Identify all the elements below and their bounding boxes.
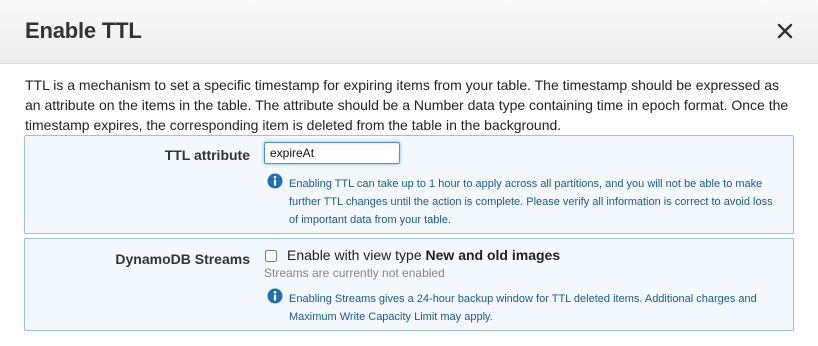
dynamodb-streams-panel: DynamoDB Streams Enable with view type N… (24, 238, 794, 331)
streams-info-text: Enabling Streams gives a 24-hour backup … (289, 293, 757, 323)
close-icon[interactable] (774, 20, 796, 42)
enable-streams-checkbox[interactable] (265, 250, 277, 262)
checkbox-label-prefix: Enable with view type (287, 247, 426, 263)
dialog-description: TTL is a mechanism to set a specific tim… (25, 77, 789, 133)
dialog-title: Enable TTL (25, 18, 142, 43)
ttl-info-text: Enabling TTL can take up to 1 hour to ap… (289, 178, 773, 226)
checkbox-view-type: New and old images (425, 247, 561, 263)
dialog-header: Enable TTL (0, 0, 818, 64)
ttl-attribute-label: TTL attribute (164, 147, 250, 163)
streams-status-text: Streams are currently not enabled (264, 266, 445, 280)
enable-streams-checkbox-label[interactable]: Enable with view type New and old images (287, 247, 560, 263)
ttl-attribute-input[interactable] (264, 142, 400, 164)
ttl-attribute-panel: TTL attribute Enabling TTL can take up t… (24, 135, 794, 234)
info-icon (267, 288, 283, 304)
info-icon (267, 173, 283, 189)
dynamodb-streams-label: DynamoDB Streams (115, 251, 250, 267)
